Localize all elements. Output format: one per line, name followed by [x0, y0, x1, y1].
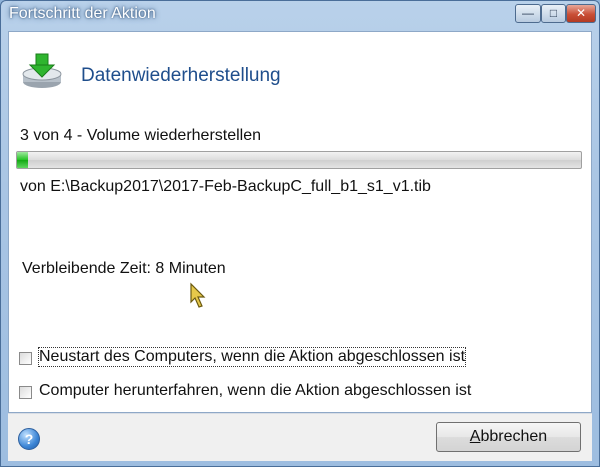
help-icon[interactable]: ? [18, 428, 40, 450]
progress-dialog: Fortschritt der Aktion — □ ✕ Datenwieder… [0, 0, 600, 467]
restore-disk-icon [22, 53, 62, 88]
shutdown-checkbox[interactable] [19, 386, 32, 399]
source-path: von E:\Backup2017\2017-Feb-BackupC_full_… [20, 178, 431, 195]
remaining-time: Verbleibende Zeit: 8 Minuten [22, 260, 226, 277]
restart-checkbox[interactable] [19, 352, 32, 365]
title-bar[interactable]: Fortschritt der Aktion — □ ✕ [1, 1, 599, 31]
cancel-button[interactable]: Abbrechen [436, 422, 581, 452]
dialog-content: Datenwiederherstellung 3 von 4 - Volume … [8, 31, 592, 413]
cancel-label-mnemonic: A [469, 428, 481, 445]
mouse-cursor-icon [190, 282, 206, 308]
shutdown-label[interactable]: Computer herunterfahren, wenn die Aktion… [39, 382, 471, 400]
maximize-button[interactable]: □ [541, 4, 566, 23]
header-title: Datenwiederherstellung [81, 65, 281, 86]
close-button[interactable]: ✕ [566, 4, 596, 23]
restart-label[interactable]: Neustart des Computers, wenn die Aktion … [37, 347, 467, 367]
progress-bar [16, 151, 582, 169]
window-title: Fortschritt der Aktion [9, 5, 156, 22]
dialog-footer: ? Abbrechen [8, 413, 592, 461]
minimize-button[interactable]: — [515, 4, 541, 23]
progress-fill [17, 152, 28, 168]
step-text: 3 von 4 - Volume wiederherstellen [20, 127, 262, 144]
cancel-label-rest: bbrechen [480, 428, 548, 445]
